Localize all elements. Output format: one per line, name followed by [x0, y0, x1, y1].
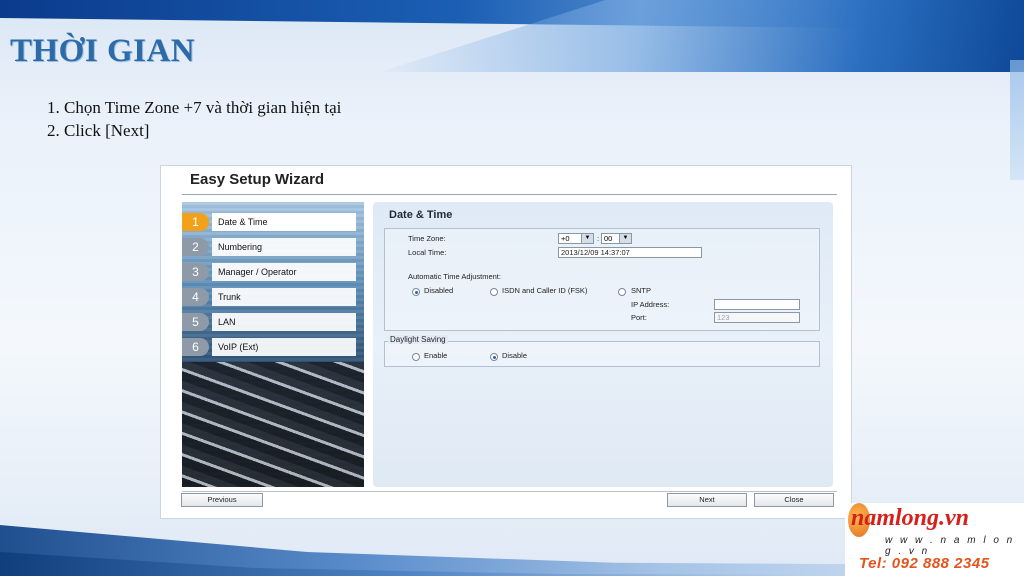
keyboard-image	[182, 362, 364, 487]
step-label: LAN	[212, 313, 356, 331]
step-label: Manager / Operator	[212, 263, 356, 281]
wizard-sidebar: 1 Date & Time 2 Numbering 3 Manager / Op…	[182, 202, 364, 487]
instruction-step-1: 1. Chọn Time Zone +7 và thời gian hiện t…	[47, 98, 342, 117]
date-time-fieldset: Time Zone: +0 ▼ : 00 ▼ Local Time: 2013/…	[384, 228, 820, 331]
local-time-label: Local Time:	[408, 248, 447, 257]
step-manager-operator[interactable]: 3 Manager / Operator	[182, 262, 364, 282]
button-bar-divider	[182, 491, 837, 492]
step-voip-ext[interactable]: 6 VoIP (Ext)	[182, 337, 364, 357]
previous-button[interactable]: Previous	[181, 493, 263, 507]
step-label: VoIP (Ext)	[212, 338, 356, 356]
time-zone-label: Time Zone:	[408, 234, 446, 243]
right-decoration-stripe	[1010, 60, 1024, 180]
ip-address-label: IP Address:	[631, 300, 670, 309]
step-lan[interactable]: 5 LAN	[182, 312, 364, 332]
step-number: 4	[182, 288, 209, 306]
port-input[interactable]: 123	[714, 312, 800, 323]
step-label: Date & Time	[212, 213, 356, 231]
step-number: 3	[182, 263, 209, 281]
radio-dst-disable-label: Disable	[502, 351, 528, 360]
radio-sntp[interactable]	[618, 288, 626, 296]
step-number: 5	[182, 313, 209, 331]
step-number: 2	[182, 238, 209, 256]
chevron-down-icon: ▼	[619, 234, 631, 243]
radio-disabled-label: Disabled	[424, 286, 454, 295]
wizard-title: Easy Setup Wizard	[190, 171, 325, 188]
port-label: Port:	[631, 313, 647, 322]
wizard-screenshot: Easy Setup Wizard 1 Date & Time 2 Number…	[160, 165, 852, 519]
logo-brand: namlong.vn	[851, 505, 970, 531]
daylight-saving-fieldset: Daylight Saving Enable Disable	[384, 335, 820, 367]
instruction-step-2: 2. Click [Next]	[47, 121, 150, 140]
close-button[interactable]: Close	[754, 493, 834, 507]
step-trunk[interactable]: 4 Trunk	[182, 287, 364, 307]
wizard-content: Date & Time Time Zone: +0 ▼ : 00 ▼ Local…	[373, 202, 833, 487]
radio-isdn-caller-id[interactable]	[490, 288, 498, 296]
step-label: Numbering	[212, 238, 356, 256]
instructions: 1. Chọn Time Zone +7 và thời gian hiện t…	[47, 96, 341, 142]
radio-isdn-label: ISDN and Caller ID (FSK)	[502, 286, 588, 295]
namlong-logo: namlong.vn w w w . n a m l o n g . v n T…	[845, 503, 1024, 576]
next-button[interactable]: Next	[667, 493, 747, 507]
radio-dst-enable[interactable]	[412, 353, 420, 361]
time-zone-minutes-select[interactable]: 00 ▼	[601, 233, 632, 244]
step-number: 6	[182, 338, 209, 356]
daylight-saving-legend: Daylight Saving	[388, 335, 448, 344]
content-title: Date & Time	[389, 209, 453, 221]
step-label: Trunk	[212, 288, 356, 306]
time-zone-hours-select[interactable]: +0 ▼	[558, 233, 594, 244]
slide-title: THỜI GIAN	[10, 33, 196, 69]
step-date-time[interactable]: 1 Date & Time	[182, 212, 364, 232]
radio-dst-enable-label: Enable	[424, 351, 448, 360]
title-divider	[182, 194, 837, 195]
auto-adjust-label: Automatic Time Adjustment:	[408, 272, 501, 281]
logo-telephone: Tel: 092 888 2345	[859, 555, 990, 572]
ip-address-input[interactable]	[714, 299, 800, 310]
chevron-down-icon: ▼	[581, 234, 593, 243]
radio-sntp-label: SNTP	[631, 286, 652, 295]
radio-dst-disable[interactable]	[490, 353, 498, 361]
time-zone-separator: :	[597, 234, 600, 243]
step-numbering[interactable]: 2 Numbering	[182, 237, 364, 257]
step-number: 1	[182, 213, 209, 231]
local-time-input[interactable]: 2013/12/09 14:37:07	[558, 247, 702, 258]
logo-website: w w w . n a m l o n g . v n	[885, 535, 1015, 557]
radio-disabled[interactable]	[412, 288, 420, 296]
